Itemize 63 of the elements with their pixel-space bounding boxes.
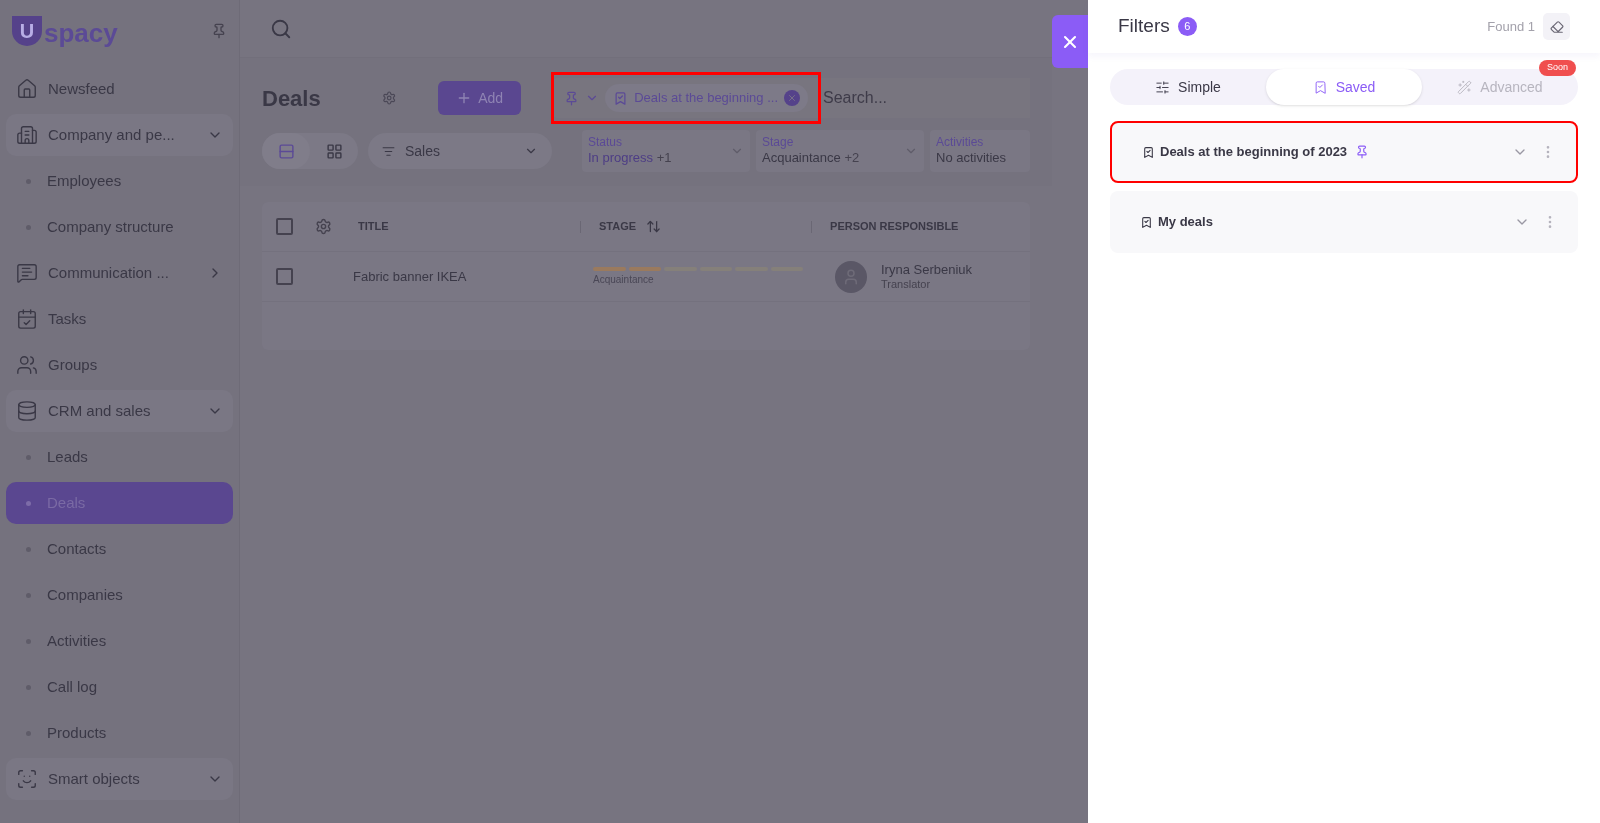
- menu-item[interactable]: Newsfeed: [6, 68, 233, 110]
- menu-icon: [16, 400, 38, 422]
- count-badge: 6: [1177, 17, 1197, 36]
- avatar: [835, 260, 867, 293]
- eraser-icon: [1549, 19, 1564, 34]
- bookmark-icon: [1142, 145, 1155, 159]
- bookmark-icon: [613, 90, 629, 106]
- submenu-item[interactable]: Contacts: [6, 528, 233, 570]
- saved-filter[interactable]: Deals at the beginning of 2023: [1110, 121, 1578, 183]
- found-count: Found 1: [1487, 17, 1535, 36]
- sort-icon[interactable]: [646, 219, 662, 234]
- column-header[interactable]: TITLE: [358, 218, 580, 235]
- page-title: Deals: [262, 84, 322, 113]
- menu-icon: [16, 308, 38, 330]
- clear-button[interactable]: [1543, 13, 1570, 40]
- submenu-item[interactable]: Call log: [6, 666, 233, 708]
- menu-icon: [16, 262, 38, 284]
- sliders-icon: [1155, 79, 1171, 95]
- grid-icon: [325, 142, 343, 160]
- menu-icon: [16, 768, 38, 790]
- search-field[interactable]: Search...: [823, 86, 1030, 110]
- checkbox[interactable]: [276, 218, 293, 235]
- filter-icon: [382, 144, 395, 158]
- menu-group[interactable]: Communication ...: [6, 252, 233, 294]
- pin-icon[interactable]: [1355, 145, 1370, 159]
- saved-filter[interactable]: My deals: [1110, 191, 1578, 253]
- column-header[interactable]: STAGE: [599, 218, 637, 235]
- person-name: Iryna Serbeniuk: [881, 261, 973, 278]
- menu-icon: [16, 354, 38, 376]
- settings-icon[interactable]: [381, 89, 397, 107]
- close-button[interactable]: [1052, 15, 1088, 68]
- menu-icon: [16, 78, 38, 100]
- submenu-item[interactable]: Leads: [6, 436, 233, 478]
- list-view-button[interactable]: [262, 133, 310, 169]
- submenu-item[interactable]: Activities: [6, 620, 233, 662]
- table-cell-text: Fabric banner IKEA: [353, 267, 468, 286]
- list-icon: [277, 142, 295, 160]
- menu-group[interactable]: Smart objects: [6, 758, 233, 800]
- soon-badge: Soon: [1538, 60, 1576, 76]
- magic-wand-icon: [1457, 79, 1473, 95]
- menu-group[interactable]: Company and pe...: [6, 114, 233, 156]
- remove-icon[interactable]: [784, 90, 800, 106]
- pin-icon[interactable]: [564, 90, 580, 106]
- column-header[interactable]: PERSON RESPONSIBLE: [830, 218, 959, 235]
- settings-icon[interactable]: [315, 218, 332, 235]
- filter-tab[interactable]: Simple: [1110, 69, 1266, 105]
- menu-item[interactable]: Groups: [6, 344, 233, 386]
- bookmark-icon: [1140, 215, 1153, 229]
- submenu-item[interactable]: Companies: [6, 574, 233, 616]
- add-button[interactable]: Add: [438, 81, 522, 115]
- menu-group[interactable]: CRM and sales: [6, 390, 233, 432]
- submenu-item[interactable]: Employees: [6, 160, 233, 202]
- filter-tab[interactable]: Saved: [1266, 69, 1422, 105]
- search-icon[interactable]: [270, 17, 292, 40]
- checkbox[interactable]: [276, 268, 293, 285]
- menu-item[interactable]: Tasks: [6, 298, 233, 340]
- pipeline-select[interactable]: Sales: [368, 133, 552, 169]
- submenu-item[interactable]: Company structure: [6, 206, 233, 248]
- pin-icon[interactable]: [211, 23, 227, 39]
- drawer-title: Filters: [1118, 14, 1170, 39]
- submenu-item[interactable]: Products: [6, 712, 233, 754]
- menu-icon: [16, 124, 38, 146]
- bookmark-icon: [1312, 79, 1328, 95]
